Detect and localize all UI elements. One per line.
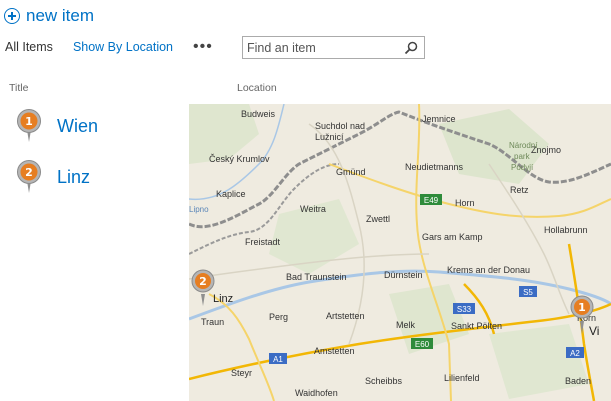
place-label: Lilienfeld bbox=[444, 373, 480, 383]
new-item-label: new item bbox=[26, 6, 95, 25]
place-label: Hollabrunn bbox=[544, 225, 588, 235]
place-label: Horn bbox=[455, 198, 475, 208]
road-shield-s5: S5 bbox=[519, 286, 537, 297]
place-label: Suchdol nad bbox=[315, 121, 365, 131]
place-label: Český Krumlov bbox=[209, 154, 270, 164]
pin-number: 2 bbox=[25, 166, 33, 179]
place-label: Bad Traunstein bbox=[286, 272, 347, 282]
place-label: Weitra bbox=[300, 204, 326, 214]
road-shield-e60: E60 bbox=[411, 338, 433, 349]
place-label: Sankt Pölten bbox=[451, 321, 502, 331]
place-label: Lipno bbox=[189, 205, 209, 214]
place-label: Linz bbox=[213, 293, 233, 305]
road-shield-a1: A1 bbox=[269, 353, 287, 364]
list-item: 2 Linz bbox=[14, 159, 90, 195]
place-label: Lužnicí bbox=[315, 132, 344, 142]
place-label: Zwettl bbox=[366, 214, 390, 224]
plus-circle-icon bbox=[4, 8, 20, 24]
place-label: Neudietmanns bbox=[405, 162, 464, 172]
item-title-link[interactable]: Wien bbox=[57, 116, 98, 137]
place-label: Gmünd bbox=[336, 167, 366, 177]
item-title-link[interactable]: Linz bbox=[57, 167, 90, 188]
place-label: Freistadt bbox=[245, 237, 281, 247]
view-show-by-location[interactable]: Show By Location bbox=[73, 40, 173, 54]
location-map[interactable]: E49 S33 S5 E60 A1 A2 Budweis Suchdol nad… bbox=[189, 104, 611, 401]
svg-text:A1: A1 bbox=[273, 355, 283, 364]
place-label: Traun bbox=[201, 317, 224, 327]
place-label: Melk bbox=[396, 320, 416, 330]
svg-text:S5: S5 bbox=[523, 288, 533, 297]
road-shield-e49: E49 bbox=[420, 194, 442, 205]
svg-text:E49: E49 bbox=[424, 196, 439, 205]
road-shield-s33: S33 bbox=[453, 303, 475, 314]
place-label: Budweis bbox=[241, 109, 276, 119]
more-views-button[interactable]: ••• bbox=[193, 39, 213, 55]
svg-text:1: 1 bbox=[578, 301, 586, 314]
place-label: Perg bbox=[269, 312, 288, 322]
place-label: Retz bbox=[510, 185, 529, 195]
place-label: Amstetten bbox=[314, 346, 355, 356]
svg-text:2: 2 bbox=[199, 275, 207, 288]
road-shield-a2: A2 bbox=[566, 347, 584, 358]
place-label: Baden bbox=[565, 376, 591, 386]
column-header-title[interactable]: Title bbox=[9, 82, 28, 94]
column-header-location[interactable]: Location bbox=[237, 82, 277, 94]
search-input[interactable] bbox=[247, 39, 397, 56]
search-icon[interactable] bbox=[404, 41, 418, 60]
place-label: Waidhofen bbox=[295, 388, 338, 398]
place-label: Jemnice bbox=[422, 114, 456, 124]
place-label: Steyr bbox=[231, 368, 252, 378]
place-label: Scheibbs bbox=[365, 376, 403, 386]
place-label: Dürnstein bbox=[384, 270, 423, 280]
place-label: Krems an der Donau bbox=[447, 265, 530, 275]
place-label: Gars am Kamp bbox=[422, 232, 483, 242]
place-label: Vi bbox=[589, 324, 599, 338]
view-all-items[interactable]: All Items bbox=[5, 40, 53, 54]
pin-number: 1 bbox=[25, 115, 33, 128]
svg-text:S33: S33 bbox=[457, 305, 472, 314]
map-pin-icon: 2 bbox=[17, 160, 41, 193]
search-box bbox=[242, 36, 425, 59]
place-label: Kaplice bbox=[216, 189, 246, 199]
view-switcher: All Items Show By Location ••• bbox=[5, 39, 213, 55]
map-pin-icon: 1 bbox=[17, 109, 41, 142]
svg-text:A2: A2 bbox=[570, 349, 580, 358]
list-item: 1 Wien bbox=[14, 108, 98, 144]
place-label: park bbox=[514, 152, 531, 161]
place-label: Podyjí bbox=[511, 163, 534, 172]
place-label: Národní bbox=[509, 141, 538, 150]
place-label: Artstetten bbox=[326, 311, 365, 321]
new-item-button[interactable]: new item bbox=[4, 5, 94, 27]
svg-text:E60: E60 bbox=[415, 340, 430, 349]
